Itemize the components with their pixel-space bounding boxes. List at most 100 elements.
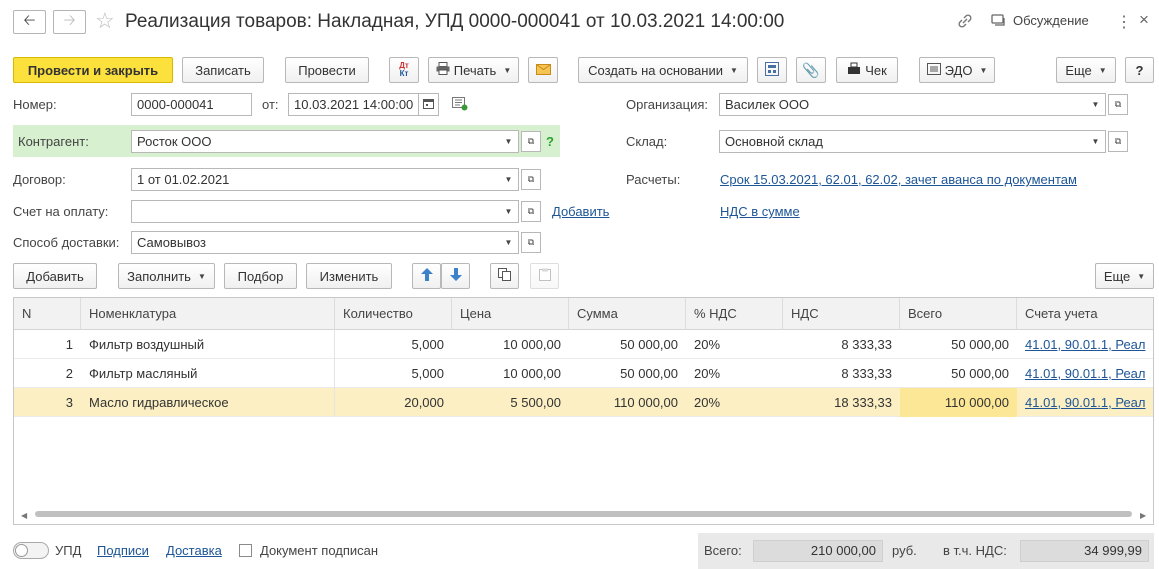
- cell-n: 3: [65, 395, 73, 410]
- dt-kt-button[interactable]: Дт Кт: [389, 57, 419, 83]
- table-row[interactable]: 1 Фильтр воздушный 5,000 10 000,00 50 00…: [14, 330, 1153, 359]
- goods-table[interactable]: N Номенклатура Количество Цена Сумма % Н…: [13, 297, 1154, 525]
- cell-accounts-link[interactable]: 41.01, 90.01.1, Реал: [1017, 359, 1153, 388]
- copy-row-button[interactable]: [490, 263, 519, 289]
- cell-total-active[interactable]: 110 000,00: [900, 388, 1017, 417]
- add-row-button[interactable]: Добавить: [13, 263, 97, 289]
- calendar-button[interactable]: [419, 93, 439, 116]
- move-down-button[interactable]: [441, 263, 470, 289]
- warehouse-field[interactable]: Основной склад: [719, 130, 1087, 153]
- warehouse-open-button[interactable]: ⧉: [1108, 131, 1128, 152]
- cell-accounts-link[interactable]: 41.01, 90.01.1, Реал: [1017, 330, 1153, 359]
- counterparty-field[interactable]: Росток ООО: [131, 130, 500, 153]
- select-button[interactable]: Подбор: [224, 263, 297, 289]
- more-label: Еще: [1065, 62, 1092, 78]
- scroll-right-icon[interactable]: ▶: [1140, 511, 1146, 520]
- horizontal-scrollbar[interactable]: [35, 511, 1132, 517]
- discussion-button[interactable]: Обсуждение: [991, 13, 1089, 28]
- structure-button[interactable]: [757, 57, 787, 83]
- table-more-label: Еще: [1103, 268, 1131, 284]
- document-status-icon[interactable]: [452, 97, 468, 114]
- counterparty-help-icon[interactable]: ?: [546, 134, 554, 149]
- open-form-icon: ⧉: [527, 136, 535, 146]
- back-button[interactable]: 🡠: [13, 10, 46, 34]
- organization-open-button[interactable]: ⧉: [1108, 94, 1128, 115]
- discussion-label: Обсуждение: [1013, 13, 1089, 28]
- printer-icon: [436, 62, 450, 78]
- change-button[interactable]: Изменить: [306, 263, 392, 289]
- arrow-left-icon: 🡠: [23, 11, 36, 29]
- create-based-on-button[interactable]: Создать на основании ▼: [578, 57, 748, 83]
- page-title: Реализация товаров: Накладная, УПД 0000-…: [125, 11, 785, 32]
- column-header-n[interactable]: N: [14, 298, 81, 330]
- paste-button[interactable]: [530, 263, 559, 289]
- delivery-open-button[interactable]: ⧉: [521, 232, 541, 253]
- organization-dropdown-button[interactable]: ▼: [1086, 93, 1106, 116]
- favorite-star-icon[interactable]: ☆: [95, 9, 115, 33]
- column-header-price[interactable]: Цена: [452, 298, 569, 330]
- clipboard-icon: [538, 268, 551, 284]
- attach-button[interactable]: 📎: [796, 57, 826, 83]
- delivery-dropdown-button[interactable]: ▼: [499, 231, 519, 254]
- more-button[interactable]: Еще ▼: [1056, 57, 1116, 83]
- forward-button[interactable]: 🡢: [53, 10, 86, 34]
- save-button[interactable]: Записать: [182, 57, 264, 83]
- counterparty-open-button[interactable]: ⧉: [521, 131, 541, 152]
- table-row-selected[interactable]: 3 Масло гидравлическое 20,000 5 500,00 1…: [14, 388, 1153, 417]
- invoice-dropdown-button[interactable]: ▼: [499, 200, 519, 223]
- column-header-vat-rate[interactable]: % НДС: [686, 298, 783, 330]
- receipt-button[interactable]: Чек: [836, 57, 898, 83]
- date-field[interactable]: 10.03.2021 14:00:00: [288, 93, 419, 116]
- calendar-icon: [423, 98, 434, 111]
- cell-vat: 8 333,33: [841, 337, 892, 352]
- delivery-field[interactable]: Самовывоз: [131, 231, 500, 254]
- vat-total-value: 34 999,99: [1020, 540, 1149, 562]
- contract-open-button[interactable]: ⧉: [521, 169, 541, 190]
- delivery-link[interactable]: Доставка: [166, 543, 222, 558]
- organization-field[interactable]: Василек ООО: [719, 93, 1087, 116]
- table-more-button[interactable]: Еще ▼: [1095, 263, 1154, 289]
- invoice-field[interactable]: [131, 200, 500, 223]
- invoice-open-button[interactable]: ⧉: [521, 201, 541, 222]
- fill-button[interactable]: Заполнить ▼: [118, 263, 215, 289]
- column-header-sum[interactable]: Сумма: [569, 298, 686, 330]
- move-up-button[interactable]: [412, 263, 441, 289]
- signatures-link[interactable]: Подписи: [97, 543, 149, 558]
- scroll-left-icon[interactable]: ◀: [21, 511, 27, 520]
- column-header-quantity[interactable]: Количество: [335, 298, 452, 330]
- delivery-label: Способ доставки:: [13, 235, 120, 250]
- print-button[interactable]: Печать ▼: [428, 57, 519, 83]
- invoice-label: Счет на оплату:: [13, 204, 109, 219]
- column-header-total[interactable]: Всего: [900, 298, 1017, 330]
- more-vertical-icon[interactable]: ⋮: [1116, 12, 1132, 32]
- cell-accounts-link[interactable]: 41.01, 90.01.1, Реал: [1017, 388, 1153, 417]
- hierarchy-icon: [765, 61, 779, 79]
- post-button[interactable]: Провести: [285, 57, 369, 83]
- column-header-nomenclature[interactable]: Номенклатура: [81, 298, 335, 330]
- document-signed-checkbox[interactable]: [239, 544, 252, 557]
- contract-field[interactable]: 1 от 01.02.2021: [131, 168, 500, 191]
- link-icon[interactable]: [957, 13, 973, 32]
- toggle-knob: [15, 544, 28, 557]
- add-invoice-link[interactable]: Добавить: [552, 204, 609, 219]
- edo-button[interactable]: ЭДО ▼: [919, 57, 995, 83]
- contract-dropdown-button[interactable]: ▼: [499, 168, 519, 191]
- table-header: N Номенклатура Количество Цена Сумма % Н…: [14, 298, 1153, 330]
- cell-nomenclature: Фильтр масляный: [81, 359, 335, 388]
- column-header-vat[interactable]: НДС: [783, 298, 900, 330]
- table-row[interactable]: 2 Фильтр масляный 5,000 10 000,00 50 000…: [14, 359, 1153, 388]
- warehouse-dropdown-button[interactable]: ▼: [1086, 130, 1106, 153]
- number-label: Номер:: [13, 97, 57, 112]
- settlements-link[interactable]: Срок 15.03.2021, 62.01, 62.02, зачет ава…: [720, 172, 1077, 187]
- number-field[interactable]: 0000-000041: [131, 93, 252, 116]
- help-button[interactable]: ?: [1125, 57, 1154, 83]
- email-button[interactable]: [528, 57, 558, 83]
- post-and-close-button[interactable]: Провести и закрыть: [13, 57, 173, 83]
- column-header-accounts[interactable]: Счета учета: [1017, 298, 1153, 330]
- cell-price: 10 000,00: [503, 366, 561, 381]
- vat-in-sum-link[interactable]: НДС в сумме: [720, 204, 800, 219]
- counterparty-dropdown-button[interactable]: ▼: [499, 130, 519, 153]
- upd-toggle[interactable]: [13, 542, 49, 559]
- close-icon[interactable]: ×: [1139, 10, 1149, 30]
- chevron-down-icon: ▼: [979, 65, 988, 75]
